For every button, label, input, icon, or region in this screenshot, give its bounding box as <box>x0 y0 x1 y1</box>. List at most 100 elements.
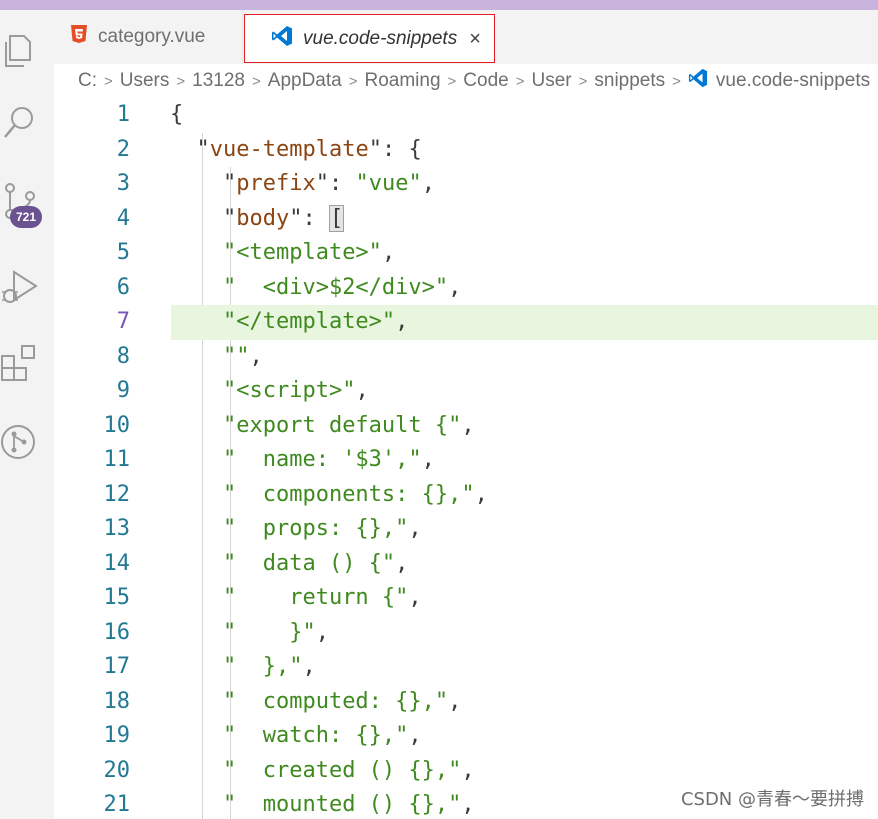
vscode-icon <box>688 68 708 94</box>
breadcrumb-item[interactable]: 13128 <box>192 70 245 92</box>
code-text[interactable]: " },", <box>170 650 316 685</box>
code-line[interactable]: 14 " data () {", <box>54 547 878 582</box>
explorer-icon[interactable] <box>0 26 40 70</box>
git-graph-icon[interactable] <box>0 420 40 464</box>
line-number: 19 <box>103 723 131 748</box>
code-line[interactable]: 19 " watch: {},", <box>54 719 878 754</box>
line-number: 17 <box>103 654 131 679</box>
code-line[interactable]: 12 " components: {},", <box>54 478 878 513</box>
code-line[interactable]: 1{ <box>54 98 878 133</box>
code-text[interactable]: " data () {", <box>170 547 408 582</box>
chevron-right-icon: > <box>252 72 261 90</box>
code-line[interactable]: 2 "vue-template": { <box>54 133 878 168</box>
line-number: 6 <box>116 274 130 300</box>
code-line[interactable]: 18 " computed: {},", <box>54 685 878 720</box>
code-text[interactable]: "</template>", <box>170 305 408 340</box>
line-number: 18 <box>103 688 131 714</box>
chevron-right-icon: > <box>578 72 588 90</box>
chevron-right-icon: > <box>515 72 525 90</box>
breadcrumb-item[interactable]: snippets <box>594 70 665 92</box>
line-number: 4 <box>116 205 130 231</box>
code-line[interactable]: 11 " name: '$3',", <box>54 443 878 478</box>
breadcrumb-item[interactable]: Code <box>463 70 508 92</box>
breadcrumb-item[interactable]: User <box>531 70 571 92</box>
code-text[interactable]: " mounted () {},", <box>170 788 475 819</box>
code-text[interactable]: " computed: {},", <box>170 685 461 720</box>
chevron-right-icon: > <box>447 72 457 90</box>
tab-vue-code-snippets[interactable]: vue.code-snippets × <box>244 14 495 63</box>
code-line[interactable]: 17 " },", <box>54 650 878 685</box>
line-number: 13 <box>103 516 131 541</box>
breadcrumb-item[interactable]: Users <box>120 70 170 92</box>
code-text[interactable]: " }", <box>170 616 329 651</box>
code-text[interactable]: " created () {},", <box>170 754 475 789</box>
code-text[interactable]: "body": [ <box>170 202 345 237</box>
line-number: 20 <box>103 757 131 783</box>
breadcrumb-item[interactable]: AppData <box>268 70 342 92</box>
line-number: 14 <box>103 550 131 576</box>
source-control-badge: 721 <box>10 206 42 228</box>
line-number: 11 <box>103 447 131 472</box>
line-number: 15 <box>103 585 131 610</box>
code-editor[interactable]: 1{2 "vue-template": {3 "prefix": "vue", 4… <box>54 98 878 819</box>
code-line[interactable]: 7 "</template>", <box>54 305 878 340</box>
code-text[interactable]: "vue-template": { <box>170 133 422 168</box>
code-text[interactable]: " return {", <box>170 581 422 616</box>
code-text[interactable]: "prefix": "vue", <box>170 167 435 202</box>
chevron-right-icon: > <box>348 72 358 90</box>
code-line[interactable]: 20 " created () {},", <box>54 754 878 789</box>
code-line[interactable]: 5 "<template>", <box>54 236 878 271</box>
line-number: 8 <box>116 343 130 369</box>
code-line[interactable]: 4 "body": [ <box>54 202 878 237</box>
code-line[interactable]: 3 "prefix": "vue", <box>54 167 878 202</box>
code-text[interactable]: "", <box>170 340 263 375</box>
extensions-icon[interactable] <box>0 344 40 388</box>
activity-bar: 721 <box>0 10 54 819</box>
code-line[interactable]: 10 "export default {", <box>54 409 878 444</box>
breadcrumb-item[interactable]: vue.code-snippets <box>716 70 870 92</box>
line-number: 16 <box>103 619 131 645</box>
code-text[interactable]: "<template>", <box>170 236 395 271</box>
close-icon[interactable]: × <box>469 29 481 49</box>
code-line[interactable]: 6 " <div>$2</div>", <box>54 271 878 306</box>
line-number: 21 <box>103 792 131 817</box>
tab-label: category.vue <box>98 26 206 47</box>
code-text[interactable]: " watch: {},", <box>170 719 422 754</box>
editor-tab-bar: category.vue vue.code-snippets × <box>54 10 878 64</box>
code-text[interactable]: "<script>", <box>170 374 369 409</box>
vscode-window: 721 category.vue vue.code-snippets × C: … <box>0 0 878 819</box>
breadcrumb: C: > Users > 13128 > AppData > Roaming >… <box>54 64 878 98</box>
code-text[interactable]: " name: '$3',", <box>170 443 435 478</box>
code-text[interactable]: " <div>$2</div>", <box>170 271 461 306</box>
line-number: 3 <box>116 171 130 196</box>
vscode-icon <box>271 25 293 53</box>
run-debug-icon[interactable] <box>0 266 40 310</box>
code-line[interactable]: 9 "<script>", <box>54 374 878 409</box>
watermark: CSDN @青春～要拼搏 <box>680 789 864 810</box>
code-text[interactable]: " props: {},", <box>170 512 422 547</box>
html5-icon <box>70 24 88 50</box>
breadcrumb-item[interactable]: C: <box>78 70 97 92</box>
code-line[interactable]: 13 " props: {},", <box>54 512 878 547</box>
line-number: 1 <box>116 102 130 127</box>
code-line[interactable]: 15 " return {", <box>54 581 878 616</box>
line-number: 5 <box>116 240 130 265</box>
code-text[interactable]: " components: {},", <box>170 478 488 513</box>
line-number: 10 <box>103 412 131 438</box>
title-bar-strip <box>0 0 878 10</box>
chevron-right-icon: > <box>672 72 681 90</box>
chevron-right-icon: > <box>104 72 113 90</box>
code-text[interactable]: "export default {", <box>170 409 475 444</box>
breadcrumb-item[interactable]: Roaming <box>364 70 440 92</box>
chevron-right-icon: > <box>176 72 186 90</box>
line-number: 9 <box>116 378 130 403</box>
tab-category-vue[interactable]: category.vue <box>54 10 243 64</box>
search-icon[interactable] <box>0 102 40 146</box>
line-number: 2 <box>116 136 130 162</box>
code-line[interactable]: 8 "", <box>54 340 878 375</box>
line-number: 12 <box>103 481 131 507</box>
tab-label: vue.code-snippets <box>303 27 458 49</box>
code-line[interactable]: 16 " }", <box>54 616 878 651</box>
line-number: 7 <box>116 309 130 334</box>
code-text[interactable]: { <box>170 98 183 133</box>
